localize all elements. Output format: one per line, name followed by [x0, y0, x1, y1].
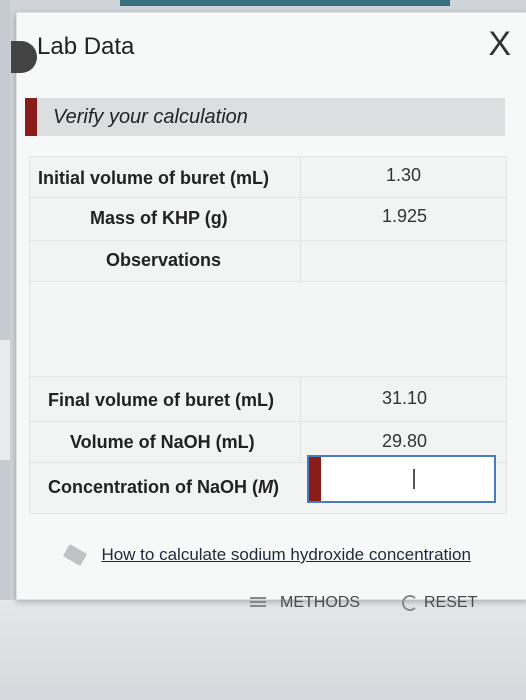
text-caret	[413, 469, 415, 489]
table-row: Final volume of buret (mL) 31.10	[30, 376, 506, 421]
concentration-input[interactable]	[307, 455, 496, 503]
close-button[interactable]: X	[488, 27, 511, 61]
volume-naoh-label: Volume of NaOH (mL)	[70, 432, 255, 452]
help-link[interactable]: How to calculate sodium hydroxide concen…	[101, 545, 470, 564]
lab-data-panel: Lab Data X Verify your calculation Initi…	[11, 12, 526, 600]
back-tab[interactable]	[11, 41, 37, 73]
help-link-row: How to calculate sodium hydroxide concen…	[62, 543, 471, 567]
concentration-label: Concentration of NaOH (M)	[48, 477, 279, 497]
initial-volume-value: 1.30	[386, 165, 422, 185]
table-row: Initial volume of buret (mL) 1.30	[30, 157, 506, 197]
observations-area	[30, 281, 506, 376]
verify-banner: Verify your calculation	[25, 98, 505, 136]
final-volume-value: 31.10	[382, 388, 428, 408]
methods-button[interactable]: METHODS	[250, 594, 360, 612]
tag-icon	[62, 543, 88, 567]
table-row: Observations	[30, 240, 506, 281]
table-row: Mass of KHP (g) 1.925	[30, 197, 506, 240]
panel-title: Lab Data	[37, 33, 135, 60]
final-volume-label: Final volume of buret (mL)	[48, 390, 275, 410]
list-icon	[250, 596, 266, 609]
verify-banner-text: Verify your calculation	[53, 106, 248, 128]
background-bar	[120, 0, 450, 6]
background-left-edge	[0, 340, 10, 460]
reset-button[interactable]: RESET	[402, 594, 477, 612]
reset-icon	[402, 594, 418, 611]
input-accent-bar	[309, 457, 321, 501]
volume-naoh-value: 29.80	[382, 431, 428, 451]
verify-accent-bar	[25, 98, 37, 136]
observations-label: Observations	[106, 250, 222, 270]
mass-khp-label: Mass of KHP (g)	[90, 208, 228, 228]
mass-khp-value: 1.925	[382, 206, 428, 226]
initial-volume-label: Initial volume of buret (mL)	[38, 168, 270, 188]
background-bottom	[0, 600, 526, 700]
